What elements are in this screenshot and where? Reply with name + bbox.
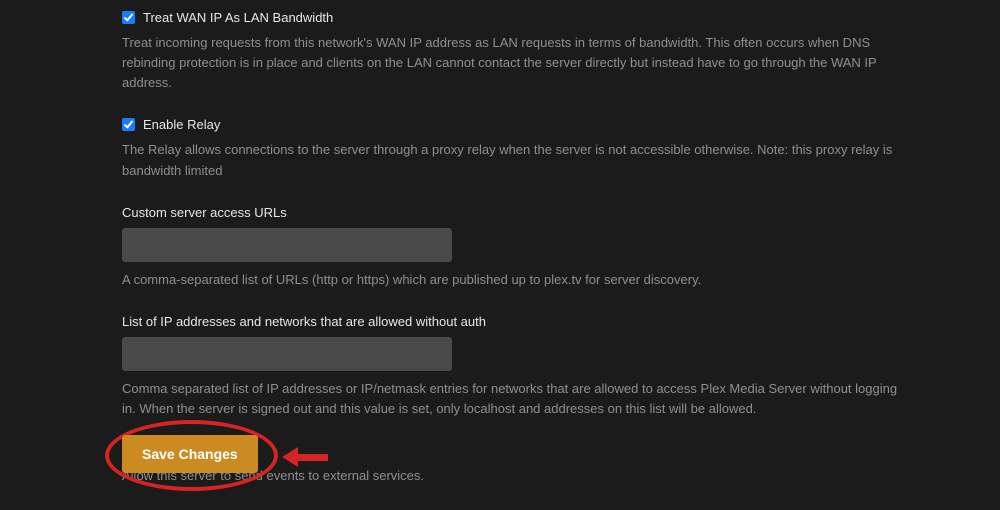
custom-urls-input[interactable]	[122, 228, 452, 262]
allowed-ips-desc: Comma separated list of IP addresses or …	[122, 379, 902, 419]
enable-relay-checkbox[interactable]	[122, 118, 135, 131]
enable-relay-label: Enable Relay	[143, 117, 220, 132]
enable-relay-desc: The Relay allows connections to the serv…	[122, 140, 902, 180]
allowed-ips-label: List of IP addresses and networks that a…	[122, 314, 902, 329]
allowed-ips-input[interactable]	[122, 337, 452, 371]
enable-relay-group: Enable Relay The Relay allows connection…	[122, 117, 902, 180]
treat-wan-desc: Treat incoming requests from this networ…	[122, 33, 902, 93]
treat-wan-group: Treat WAN IP As LAN Bandwidth Treat inco…	[122, 10, 902, 93]
save-area: Save Changes	[122, 435, 258, 473]
treat-wan-row: Treat WAN IP As LAN Bandwidth	[122, 10, 902, 25]
custom-urls-desc: A comma-separated list of URLs (http or …	[122, 270, 902, 290]
custom-urls-group: Custom server access URLs A comma-separa…	[122, 205, 902, 290]
custom-urls-label: Custom server access URLs	[122, 205, 902, 220]
allowed-ips-group: List of IP addresses and networks that a…	[122, 314, 902, 419]
treat-wan-checkbox[interactable]	[122, 11, 135, 24]
enable-relay-row: Enable Relay	[122, 117, 902, 132]
save-button[interactable]: Save Changes	[122, 435, 258, 473]
treat-wan-label: Treat WAN IP As LAN Bandwidth	[143, 10, 333, 25]
